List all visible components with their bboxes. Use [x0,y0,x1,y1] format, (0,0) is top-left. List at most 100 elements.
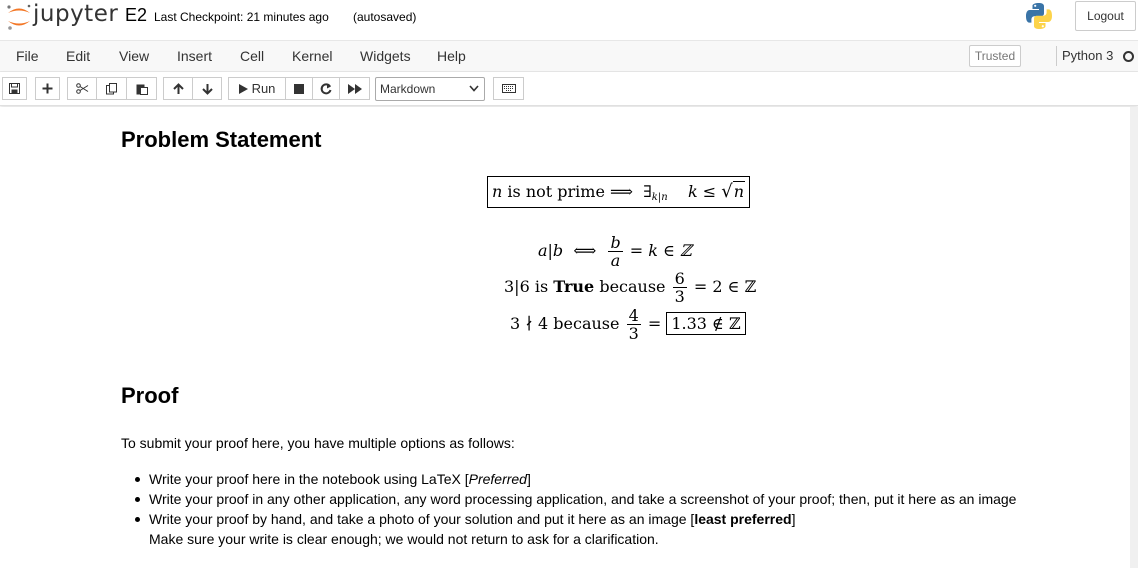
eq1-sqrt-arg: n [732,181,746,201]
eq3-rhs: = 2 ∈ ℤ [693,277,757,296]
save-icon [9,83,20,94]
menubar: File Edit View Insert Cell Kernel Widget… [0,40,1138,72]
kernel-name: Python 3 [1062,48,1114,63]
option-3-post: ] [791,511,796,527]
move-up-button[interactable] [163,77,193,100]
eq4-den: 3 [628,324,639,343]
option-1-post: ] [526,471,531,487]
eq1-n: n [492,182,503,201]
option-3-pre: Write your proof by hand, and take a pho… [149,511,695,527]
option-2-text: Write your proof in any other applicatio… [149,491,1017,507]
eq4-lhs: 3 ∤ 4 because [510,314,625,333]
logout-button[interactable]: Logout [1075,1,1136,31]
copy-icon [105,82,117,94]
menu-edit[interactable]: Edit [66,48,90,64]
menu-kernel[interactable]: Kernel [292,48,332,64]
eq3-den: 3 [674,287,685,306]
eq3-mid: because [594,277,671,296]
paste-icon [136,84,148,95]
bullet-icon [135,517,140,522]
eq1-text: is not prime [502,182,610,201]
keyboard-icon [501,84,516,93]
restart-run-all-button[interactable] [339,77,370,100]
proof-intro: To submit your proof here, you have mult… [121,435,515,451]
play-icon [238,83,248,94]
equation-3: 3|6 is True because 63 = 2 ∈ ℤ [504,270,756,305]
equation-1: n is not prime ⟹ ∃k|n k ≤ √n [487,176,751,208]
eq2-rhs: = k ∈ ℤ [629,241,692,260]
option-1-pre: Write your proof here in the notebook us… [149,471,469,487]
save-button[interactable] [2,77,27,100]
eq3-lhs: 3|6 is [504,277,554,296]
arrow-up-icon [172,82,184,94]
python-logo-icon [1026,3,1052,29]
run-label: Run [251,81,276,96]
eq2-lhs: a|b [538,241,564,260]
sqrt-symbol: √ [721,181,733,202]
cell-type-select[interactable]: Markdown [375,77,485,101]
options-list: Write your proof here in the notebook us… [135,469,1017,549]
eq4-equals: = [647,314,662,333]
option-3-line2: Make sure your write is clear enough; we… [149,531,659,547]
vertical-scrollbar[interactable] [1130,107,1138,568]
jupyter-logo-icon[interactable] [5,2,33,32]
chevron-down-icon [469,85,479,92]
eq1-subscript: k|n [651,192,668,203]
restart-icon [320,82,332,94]
copy-button[interactable] [96,77,127,100]
menu-help[interactable]: Help [437,48,466,64]
equation-2: a|b ⟺ ba = k ∈ ℤ [538,234,692,269]
menu-file[interactable]: File [16,48,39,64]
eq4-fraction: 43 [626,306,641,343]
command-palette-button[interactable] [493,77,524,100]
list-item: Write your proof by hand, and take a pho… [135,509,1016,549]
interrupt-button[interactable] [285,77,313,100]
move-down-button[interactable] [192,77,222,100]
eq2-iff: ⟺ [573,241,597,260]
kernel-idle-icon [1123,51,1134,62]
notebook-content: Problem Statement n is not prime ⟹ ∃k|n … [0,107,1138,568]
eq3-num: 6 [672,269,687,288]
checkpoint-status: Last Checkpoint: 21 minutes ago [154,10,329,24]
list-item: Write your proof in any other applicatio… [135,489,1017,509]
arrow-down-icon [201,83,213,95]
scissors-icon [75,83,88,94]
trusted-indicator[interactable]: Trusted [969,45,1021,67]
equation-4: 3 ∤ 4 because 43 = 1.33 ∉ ℤ [510,307,746,342]
eq2-num: b [608,233,623,252]
eq3-fraction: 63 [672,269,687,306]
eq1-rhs: k ≤ [688,182,722,201]
eq3-bold: True [553,277,595,296]
option-1-em: Preferred [468,471,527,487]
fast-forward-icon [347,83,362,94]
eq4-boxed: 1.33 ∉ ℤ [666,312,746,335]
problem-heading: Problem Statement [121,127,322,152]
menu-widgets[interactable]: Widgets [360,48,411,64]
eq2-fraction: ba [608,233,623,270]
restart-button[interactable] [312,77,340,100]
autosave-status: (autosaved) [353,10,417,24]
kernel-divider [1056,46,1057,66]
list-item: Write your proof here in the notebook us… [135,469,1016,489]
notebook-name[interactable]: E2 [125,5,147,26]
toolbar: Run Markdown [0,72,1138,106]
eq2-den: a [610,251,621,270]
bullet-icon [135,497,140,502]
paste-button[interactable] [126,77,157,100]
cell-type-value: Markdown [380,82,436,96]
menu-cell[interactable]: Cell [240,48,264,64]
insert-cell-button[interactable] [35,77,60,100]
bullet-icon [135,477,140,482]
cut-button[interactable] [67,77,97,100]
stop-icon [294,83,304,94]
run-button[interactable]: Run [228,77,286,100]
plus-icon [42,83,53,94]
jupyter-logo-text[interactable]: jupyter [33,1,118,27]
option-3-strong: least preferred [694,511,792,527]
eq1-implies: ⟹ [610,182,633,201]
menu-insert[interactable]: Insert [177,48,212,64]
menu-view[interactable]: View [119,48,149,64]
eq1-exists: ∃ [643,182,652,201]
eq4-num: 4 [626,306,641,325]
proof-heading: Proof [121,383,179,408]
